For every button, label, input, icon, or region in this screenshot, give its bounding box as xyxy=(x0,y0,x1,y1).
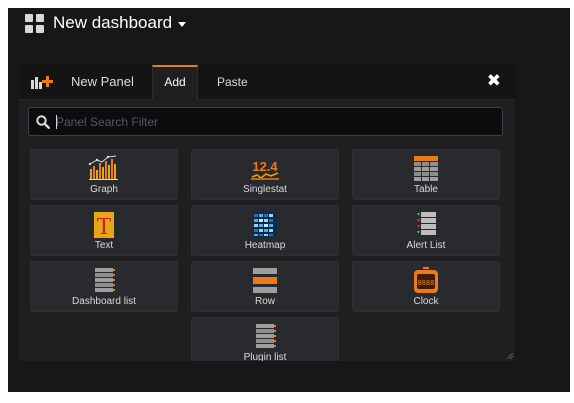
app-window: New dashboard New Panel Add Paste ✖ Pane… xyxy=(8,8,570,392)
panel-type-label: Clock xyxy=(413,296,439,307)
top-bar: New dashboard xyxy=(8,8,570,44)
panel-type-row[interactable]: Row xyxy=(191,261,339,312)
clock-icon-digits: 8888 xyxy=(418,279,435,287)
panel-type-heatmap[interactable]: Heatmap xyxy=(191,205,339,256)
close-icon[interactable]: ✖ xyxy=(487,72,501,89)
panel-type-label: Table xyxy=(414,184,438,195)
graph-icon xyxy=(88,155,118,180)
tab-paste[interactable]: Paste xyxy=(217,75,248,89)
heatmap-icon xyxy=(253,212,277,238)
panel-type-label: Alert List xyxy=(406,240,446,251)
panel-type-label: Graph xyxy=(90,184,118,195)
panel-type-label: Text xyxy=(94,240,114,251)
new-panel-dialog: New Panel Add Paste ✖ Panel Search Filte… xyxy=(19,65,515,361)
clock-icon: 8888 xyxy=(414,267,438,293)
panel-type-label: Row xyxy=(254,296,275,307)
panel-type-clock[interactable]: 8888 Clock xyxy=(352,261,500,312)
panel-type-label: Singlestat xyxy=(243,184,287,195)
resize-handle-icon[interactable] xyxy=(507,353,513,359)
search-icon xyxy=(36,115,50,129)
alert-list-icon xyxy=(417,212,436,235)
panel-type-text[interactable]: T Text xyxy=(30,205,178,256)
dashboards-grid-icon[interactable] xyxy=(25,14,44,33)
panel-type-graph[interactable]: Graph xyxy=(30,149,178,200)
panel-type-label: Plugin list xyxy=(243,352,287,361)
text-icon: T xyxy=(94,212,114,239)
panel-type-plugin-list[interactable]: Plugin list xyxy=(191,317,339,361)
panel-type-dashboard-list[interactable]: Dashboard list xyxy=(30,261,178,312)
panel-tab-bar: New Panel Add Paste ✖ xyxy=(19,65,515,100)
panel-type-label: Dashboard list xyxy=(72,296,136,307)
singlestat-icon: 12.4 xyxy=(251,159,279,180)
tab-add[interactable]: Add xyxy=(152,65,198,100)
panel-type-label: Heatmap xyxy=(244,240,286,251)
text-icon-glyph: T xyxy=(97,214,112,239)
panel-type-singlestat[interactable]: 12.4 Singlestat xyxy=(191,149,339,200)
add-panel-icon xyxy=(31,76,53,89)
row-icon xyxy=(253,268,277,293)
singlestat-icon-text: 12.4 xyxy=(252,159,278,174)
dashboard-title: New dashboard xyxy=(53,13,173,32)
new-panel-title: New Panel xyxy=(71,74,134,89)
caret-down-icon xyxy=(178,22,187,27)
dashboard-list-icon xyxy=(95,268,115,292)
panel-type-table[interactable]: Table xyxy=(352,149,500,200)
panel-search-box xyxy=(28,107,503,136)
dashboard-picker[interactable]: New dashboard xyxy=(53,13,187,33)
plugin-list-icon xyxy=(256,324,276,348)
panel-type-alert-list[interactable]: Alert List xyxy=(352,205,500,256)
panel-search-input[interactable] xyxy=(56,111,486,132)
table-icon xyxy=(414,156,438,181)
